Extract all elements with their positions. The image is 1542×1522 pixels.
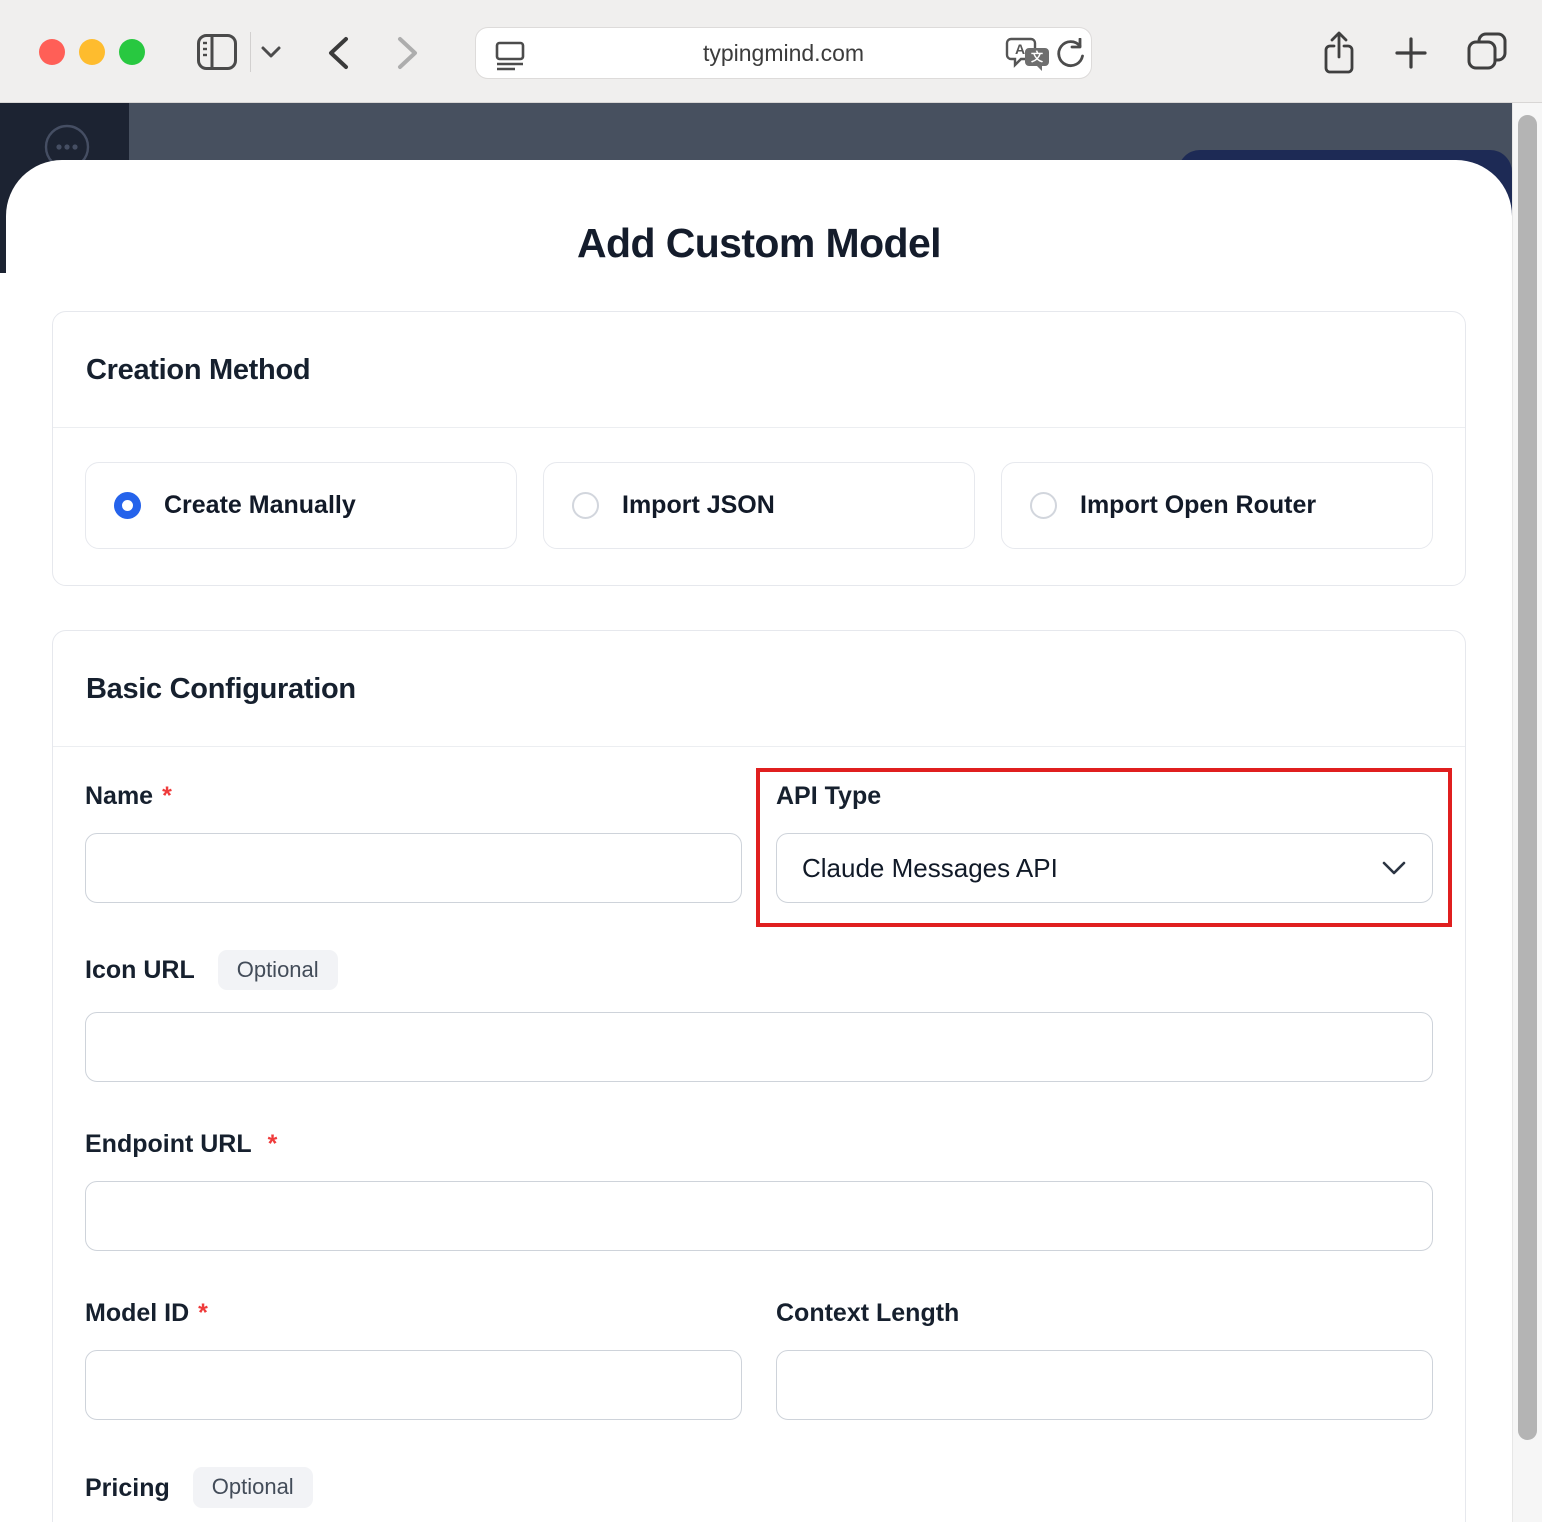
back-icon[interactable] (324, 35, 352, 71)
creation-method-header: Creation Method (53, 312, 1465, 428)
page-title: Add Custom Model (52, 220, 1466, 267)
address-bar[interactable]: typingmind.com A 文 (475, 27, 1092, 79)
name-input[interactable] (85, 833, 742, 903)
label-text: API Type (776, 781, 881, 811)
option-import-open-router[interactable]: Import Open Router (1001, 462, 1433, 549)
option-label: Create Manually (164, 491, 356, 520)
basic-configuration-header: Basic Configuration (53, 631, 1465, 747)
select-chevron-down-icon (1380, 859, 1408, 877)
creation-method-body: Create Manually Import JSON Import Open … (53, 428, 1465, 585)
icon-url-label: Icon URL Optional (85, 950, 1433, 990)
row-icon-url: Icon URL Optional (85, 950, 1433, 1082)
safari-window: typingmind.com A 文 (0, 0, 1542, 1522)
radio-unselected-icon[interactable] (572, 492, 599, 519)
radio-selected-icon[interactable] (114, 492, 141, 519)
basic-configuration-body: Name * API Type Claude Messages API (53, 747, 1465, 1522)
translate-icon[interactable]: A 文 (1005, 36, 1051, 74)
row-endpoint-url: Endpoint URL * (85, 1129, 1433, 1251)
row-name-apitype: Name * API Type Claude Messages API (85, 781, 1433, 903)
share-icon[interactable] (1320, 30, 1358, 76)
close-window-button[interactable] (39, 39, 65, 65)
required-marker: * (268, 1129, 278, 1159)
add-custom-model-modal: Add Custom Model Creation Method Create … (6, 160, 1512, 1522)
radio-unselected-icon[interactable] (1030, 492, 1057, 519)
forward-icon[interactable] (394, 35, 422, 71)
creation-method-options: Create Manually Import JSON Import Open … (85, 462, 1433, 549)
context-length-input[interactable] (776, 1350, 1433, 1420)
option-label: Import Open Router (1080, 491, 1316, 520)
model-id-input[interactable] (85, 1350, 742, 1420)
option-create-manually[interactable]: Create Manually (85, 462, 517, 549)
svg-text:文: 文 (1031, 49, 1044, 64)
minimize-window-button[interactable] (79, 39, 105, 65)
label-text: Pricing (85, 1473, 170, 1503)
api-type-select[interactable]: Claude Messages API (776, 833, 1433, 903)
context-length-label: Context Length (776, 1298, 1433, 1328)
option-label: Import JSON (622, 491, 775, 520)
reload-icon[interactable] (1054, 38, 1086, 70)
label-text: Context Length (776, 1298, 959, 1328)
icon-url-input[interactable] (85, 1012, 1433, 1082)
endpoint-url-label: Endpoint URL * (85, 1129, 1433, 1159)
pricing-field-group: Pricing Optional (85, 1467, 1433, 1522)
icon-url-field-group: Icon URL Optional (85, 950, 1433, 1082)
required-marker: * (198, 1298, 208, 1328)
pricing-label: Pricing Optional (85, 1467, 1433, 1507)
context-length-field-group: Context Length (776, 1298, 1433, 1420)
new-tab-icon[interactable] (1393, 35, 1429, 71)
optional-badge: Optional (218, 950, 338, 990)
row-modelid-contextlength: Model ID * Context Length (85, 1298, 1433, 1420)
api-type-field-group: API Type Claude Messages API (776, 781, 1433, 903)
optional-badge: Optional (193, 1467, 313, 1507)
chevron-down-icon[interactable] (259, 45, 283, 60)
api-type-selected-value: Claude Messages API (802, 853, 1058, 884)
label-text: Model ID (85, 1298, 189, 1328)
basic-configuration-card: Basic Configuration Name * (52, 630, 1466, 1522)
url-text[interactable]: typingmind.com (476, 40, 1091, 67)
endpoint-url-input[interactable] (85, 1181, 1433, 1251)
model-id-label: Model ID * (85, 1298, 742, 1328)
row-pricing: Pricing Optional (85, 1467, 1433, 1522)
creation-method-card: Creation Method Create Manually Import J… (52, 311, 1466, 586)
scrollbar-track (1512, 103, 1542, 1522)
scrollbar-thumb[interactable] (1518, 115, 1537, 1440)
name-field-group: Name * (85, 781, 742, 903)
creation-method-title: Creation Method (86, 354, 310, 386)
sidebar-toggle-icon[interactable] (196, 33, 238, 71)
zoom-window-button[interactable] (119, 39, 145, 65)
label-text: Endpoint URL (85, 1129, 252, 1159)
endpoint-url-field-group: Endpoint URL * (85, 1129, 1433, 1251)
show-tabs-icon[interactable] (1465, 30, 1509, 72)
browser-toolbar: typingmind.com A 文 (0, 0, 1542, 103)
basic-configuration-title: Basic Configuration (86, 673, 356, 705)
label-text: Icon URL (85, 955, 195, 985)
toolbar-divider (250, 32, 251, 72)
svg-text:A: A (1015, 41, 1025, 57)
api-type-label: API Type (776, 781, 1433, 811)
name-label: Name * (85, 781, 742, 811)
label-text: Name (85, 781, 153, 811)
model-id-field-group: Model ID * (85, 1298, 742, 1420)
required-marker: * (162, 781, 172, 811)
option-import-json[interactable]: Import JSON (543, 462, 975, 549)
